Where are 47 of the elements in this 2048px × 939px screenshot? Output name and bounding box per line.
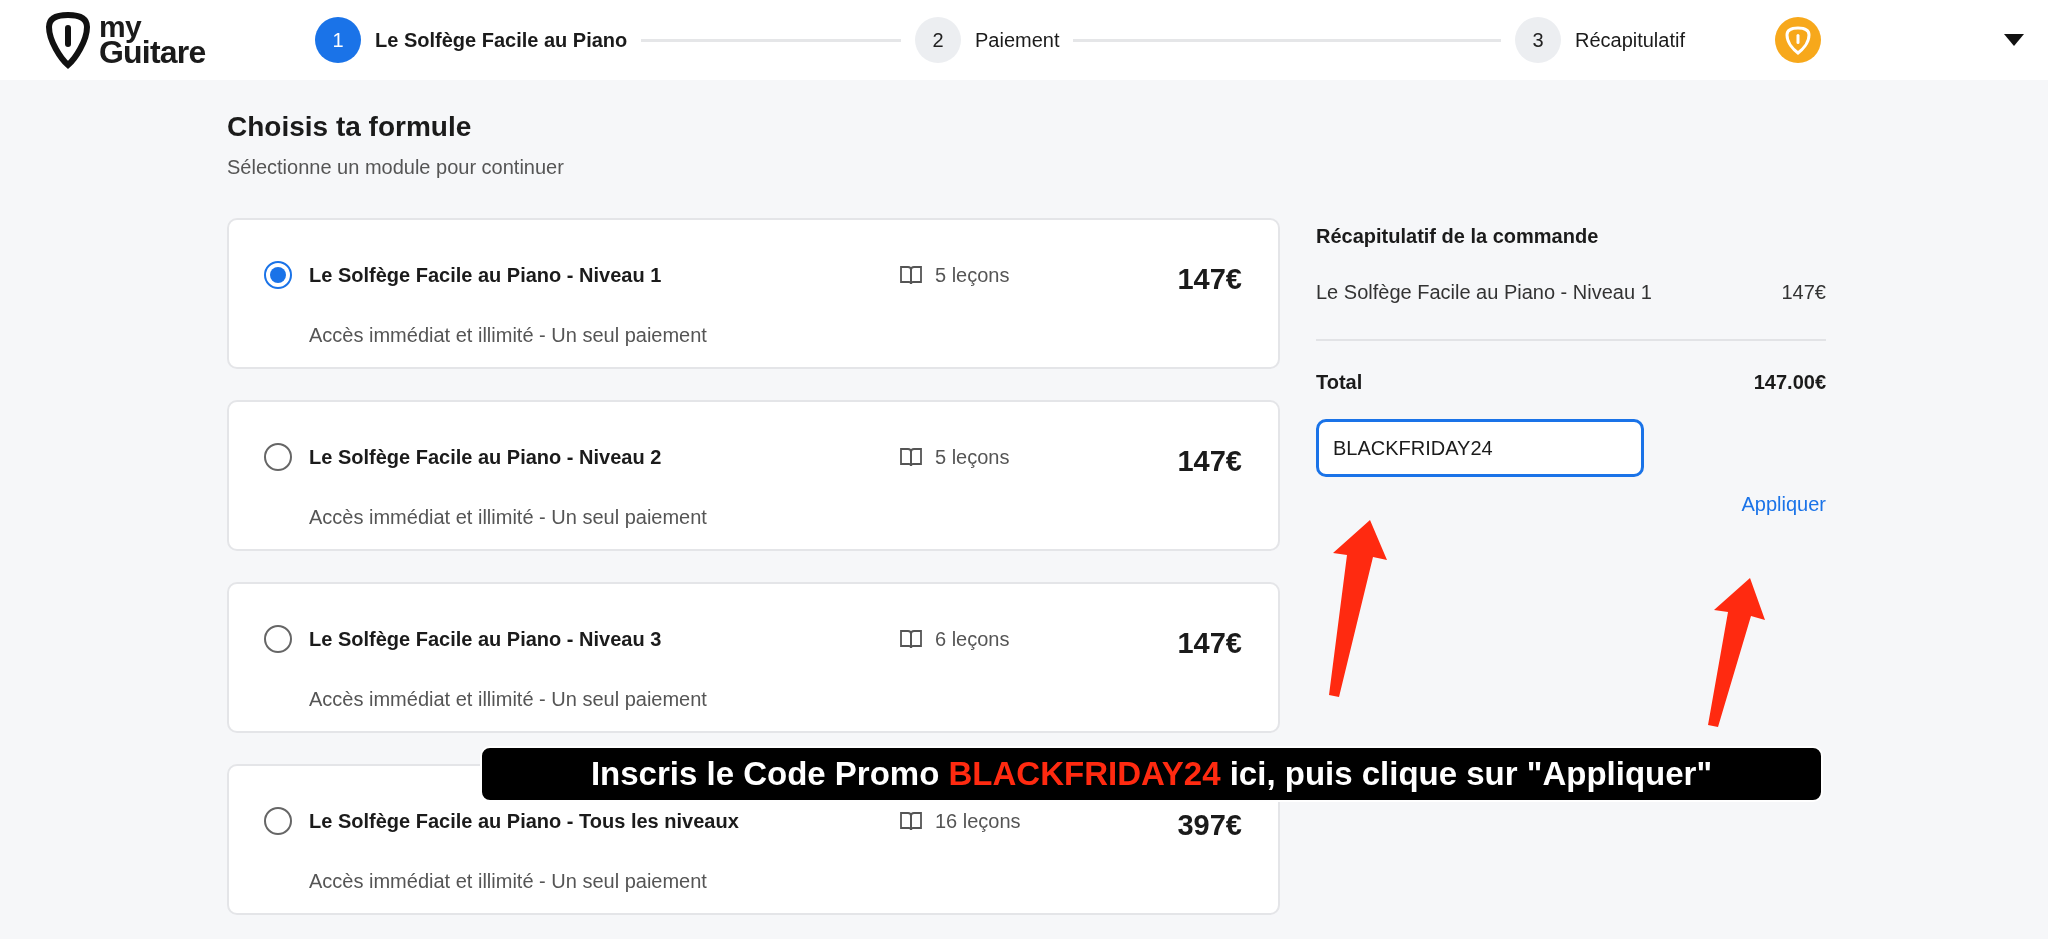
step-number: 3 [1514,17,1561,63]
step-number: 1 [315,17,361,63]
plan-name: Le Solfège Facile au Piano - Niveau 1 [309,262,663,288]
lesson-count: 5 leçons [935,444,1010,470]
summary-title: Récapitulatif de la commande [1316,224,1600,249]
plan-price: 147€ [1177,626,1242,661]
plan-card[interactable]: Le Solfège Facile au Piano - Niveau 3 6 leçons 147€ Accès immédiat et illimité - Un seul paiement [227,582,1280,733]
plan-description: Accès immédiat et illimité - Un seul paiement [309,504,708,530]
page-title: Choisis ta formule [227,110,473,144]
lesson-count: 6 leçons [935,626,1010,652]
plan-description: Accès immédiat et illimité - Un seul paiement [309,868,708,894]
step-number: 2 [914,17,961,63]
summary-item-name: Le Solfège Facile au Piano - Niveau 1 [1316,280,1652,305]
plan-description: Accès immédiat et illimité - Un seul paiement [309,686,708,712]
plan-name: Le Solfège Facile au Piano - Niveau 3 [309,626,663,652]
arrow-icon [1329,520,1387,697]
apply-link[interactable]: Appliquer [1741,489,1826,519]
instruction-tooltip: Inscris le Code Promo BLACKFRIDAY24 ici, puis clique sur "Appliquer" [480,746,1823,802]
total-label: Total [1316,370,1363,395]
plan-price: 147€ [1177,444,1242,479]
total-amount: 147.00€ [1753,370,1826,395]
lesson-count: 16 leçons [935,808,1021,834]
radio-button[interactable] [264,806,292,835]
radio-button[interactable] [264,442,292,471]
book-icon [899,445,923,468]
plan-name: Le Solfège Facile au Piano - Tous les niveaux [309,808,740,834]
step-label[interactable]: Récapitulatif [1574,25,1685,55]
page-subtitle: Sélectionne un module pour continuer [227,155,565,180]
arrow-icon [1708,578,1765,727]
lesson-count: 5 leçons [935,262,1010,288]
radio-button[interactable] [264,260,292,289]
book-icon [899,627,923,650]
book-icon [899,809,923,832]
summary-item-price: 147€ [1781,280,1826,305]
step-label[interactable]: Le Solfège Facile au Piano [375,25,628,55]
plan-name: Le Solfège Facile au Piano - Niveau 2 [309,444,663,470]
plan-price: 397€ [1177,808,1242,843]
step-label[interactable]: Paiement [974,25,1060,55]
plan-price: 147€ [1177,262,1242,297]
guitar-pick-icon [45,11,91,69]
plan-description: Accès immédiat et illimité - Un seul paiement [309,322,708,348]
book-icon [899,263,923,286]
promo-code-field[interactable]: BLACKFRIDAY24 [1316,419,1644,477]
plan-card[interactable]: Le Solfège Facile au Piano - Niveau 1 5 leçons 147€ Accès immédiat et illimité - Un seul paiement [227,218,1280,369]
dropdown-caret-icon[interactable] [2004,34,2024,46]
radio-button[interactable] [264,624,292,653]
plan-card[interactable]: Le Solfège Facile au Piano - Niveau 2 5 leçons 147€ Accès immédiat et illimité - Un seul paiement [227,400,1280,551]
